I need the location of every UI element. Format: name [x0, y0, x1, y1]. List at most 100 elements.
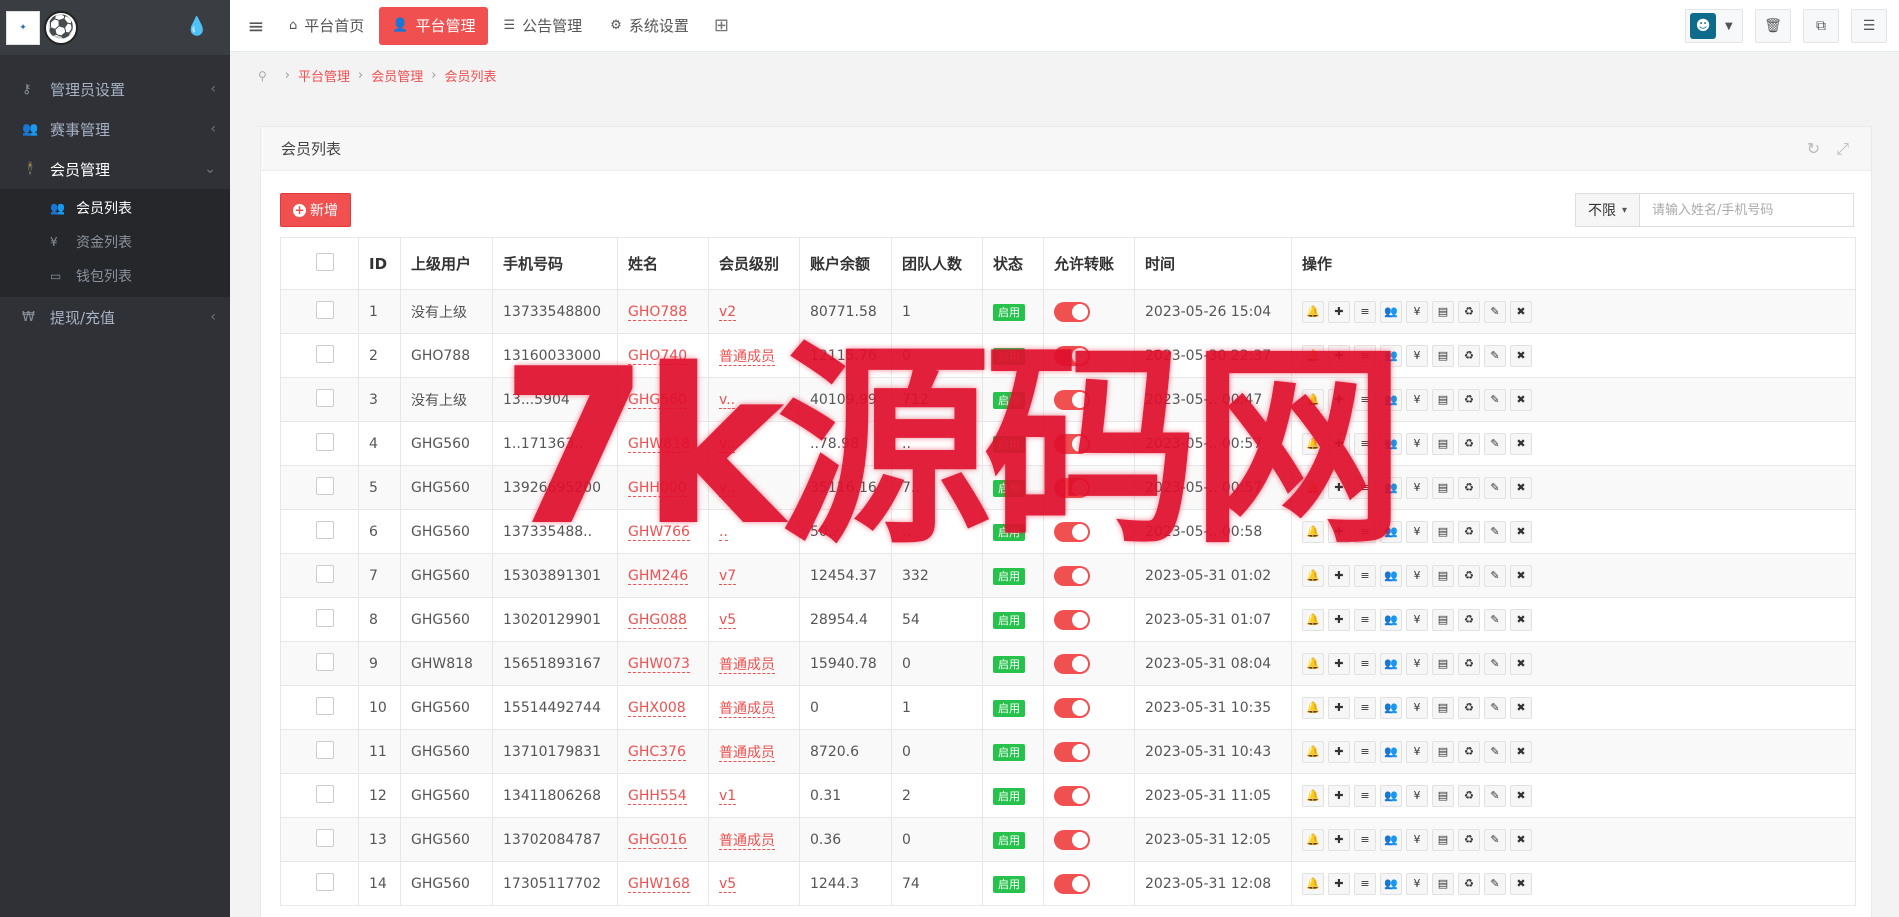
recycle-icon[interactable]: ♻: [1458, 608, 1480, 631]
allow-transfer-toggle[interactable]: [1054, 873, 1090, 894]
list-icon[interactable]: ≡: [1354, 520, 1376, 543]
search-input[interactable]: [1640, 193, 1854, 227]
plus-icon[interactable]: ✚: [1328, 652, 1350, 675]
recycle-icon[interactable]: ♻: [1458, 344, 1480, 367]
status-badge[interactable]: 启用: [993, 391, 1025, 409]
tab-platform-home[interactable]: ⌂ 平台首页: [276, 7, 377, 45]
yen-icon[interactable]: ¥: [1406, 784, 1428, 807]
name-link[interactable]: GHM246: [628, 567, 689, 585]
level-link[interactable]: 普通成员: [719, 832, 775, 850]
bell-icon[interactable]: 🔔: [1302, 520, 1324, 543]
recycle-icon[interactable]: ♻: [1458, 300, 1480, 323]
allow-transfer-toggle[interactable]: [1054, 433, 1090, 454]
external-link-button[interactable]: ⧉: [1803, 9, 1839, 43]
list-icon[interactable]: ≡: [1354, 652, 1376, 675]
sidebar-subitem-member-list[interactable]: 👥 会员列表: [0, 191, 230, 225]
list-icon[interactable]: ≡: [1354, 432, 1376, 455]
plus-icon[interactable]: ✚: [1328, 432, 1350, 455]
bell-icon[interactable]: 🔔: [1302, 388, 1324, 411]
users-icon[interactable]: 👥: [1380, 300, 1402, 323]
list-icon[interactable]: ≡: [1354, 696, 1376, 719]
name-link[interactable]: GHG016: [628, 831, 687, 849]
pencil-icon[interactable]: ✎: [1484, 344, 1506, 367]
bell-icon[interactable]: 🔔: [1302, 696, 1324, 719]
bell-icon[interactable]: 🔔: [1302, 784, 1324, 807]
card-icon[interactable]: ▤: [1432, 740, 1454, 763]
plus-icon[interactable]: ✚: [1328, 520, 1350, 543]
breadcrumb-item[interactable]: 会员列表: [444, 66, 496, 85]
bell-icon[interactable]: 🔔: [1302, 872, 1324, 895]
row-checkbox[interactable]: [316, 432, 334, 451]
recycle-icon[interactable]: ♻: [1458, 784, 1480, 807]
allow-transfer-toggle[interactable]: [1054, 521, 1090, 542]
row-checkbox[interactable]: [316, 740, 334, 759]
status-badge[interactable]: 启用: [993, 303, 1025, 321]
pencil-icon[interactable]: ✎: [1484, 520, 1506, 543]
pencil-icon[interactable]: ✎: [1484, 872, 1506, 895]
users-icon[interactable]: 👥: [1380, 564, 1402, 587]
bell-icon[interactable]: 🔔: [1302, 740, 1324, 763]
yen-icon[interactable]: ¥: [1406, 872, 1428, 895]
column-header[interactable]: 团队人数: [891, 237, 983, 290]
grid-icon[interactable]: ⊞: [714, 15, 729, 36]
name-link[interactable]: GHG560: [628, 391, 687, 409]
users-icon[interactable]: 👥: [1380, 520, 1402, 543]
status-badge[interactable]: 启用: [993, 611, 1025, 629]
column-header[interactable]: 允许转账: [1043, 237, 1135, 290]
list-icon[interactable]: ≡: [1354, 740, 1376, 763]
row-checkbox[interactable]: [316, 520, 334, 539]
plus-icon[interactable]: ✚: [1328, 300, 1350, 323]
recycle-icon[interactable]: ♻: [1458, 520, 1480, 543]
tab-notice-manage[interactable]: ☰ 公告管理: [490, 7, 595, 45]
column-header[interactable]: 账户余额: [799, 237, 892, 290]
filter-select[interactable]: 不限 ▾: [1575, 193, 1640, 227]
plus-icon[interactable]: ✚: [1328, 740, 1350, 763]
pencil-icon[interactable]: ✎: [1484, 652, 1506, 675]
list-icon[interactable]: ≡: [1354, 388, 1376, 411]
card-icon[interactable]: ▤: [1432, 476, 1454, 499]
users-icon[interactable]: 👥: [1380, 872, 1402, 895]
card-icon[interactable]: ▤: [1432, 300, 1454, 323]
pencil-icon[interactable]: ✎: [1484, 476, 1506, 499]
pencil-icon[interactable]: ✎: [1484, 784, 1506, 807]
name-link[interactable]: GHG088: [628, 611, 687, 629]
fullscreen-icon[interactable]: ⤢: [1836, 139, 1849, 159]
card-icon[interactable]: ▤: [1432, 564, 1454, 587]
yen-icon[interactable]: ¥: [1406, 652, 1428, 675]
sidebar-item-withdraw[interactable]: ₩ 提现/充值 ‹: [0, 297, 230, 337]
row-checkbox[interactable]: [316, 476, 334, 495]
close-icon[interactable]: ✖: [1510, 388, 1532, 411]
level-link[interactable]: v..: [719, 435, 736, 453]
name-link[interactable]: GHW168: [628, 875, 690, 893]
close-icon[interactable]: ✖: [1510, 784, 1532, 807]
bell-icon[interactable]: 🔔: [1302, 432, 1324, 455]
row-checkbox[interactable]: [316, 300, 334, 319]
user-avatar-dropdown[interactable]: ☻ ▼: [1685, 9, 1743, 43]
level-link[interactable]: v1: [719, 787, 737, 805]
pencil-icon[interactable]: ✎: [1484, 300, 1506, 323]
list-icon[interactable]: ≡: [1354, 476, 1376, 499]
card-icon[interactable]: ▤: [1432, 652, 1454, 675]
clear-cache-button[interactable]: 🗑: [1755, 9, 1791, 43]
row-checkbox[interactable]: [316, 344, 334, 363]
list-icon[interactable]: ≡: [1354, 828, 1376, 851]
row-checkbox[interactable]: [316, 388, 334, 407]
bell-icon[interactable]: 🔔: [1302, 608, 1324, 631]
yen-icon[interactable]: ¥: [1406, 344, 1428, 367]
close-icon[interactable]: ✖: [1510, 696, 1532, 719]
status-badge[interactable]: 启用: [993, 523, 1025, 541]
allow-transfer-toggle[interactable]: [1054, 653, 1090, 674]
recycle-icon[interactable]: ♻: [1458, 872, 1480, 895]
allow-transfer-toggle[interactable]: [1054, 389, 1090, 410]
recycle-icon[interactable]: ♻: [1458, 388, 1480, 411]
column-header[interactable]: ID: [358, 237, 401, 290]
row-checkbox[interactable]: [316, 564, 334, 583]
column-header[interactable]: 上级用户: [400, 237, 493, 290]
card-icon[interactable]: ▤: [1432, 608, 1454, 631]
users-icon[interactable]: 👥: [1380, 608, 1402, 631]
hamburger-menu-icon[interactable]: ≡: [236, 14, 276, 38]
status-badge[interactable]: 启用: [993, 567, 1025, 585]
name-link[interactable]: GHX008: [628, 699, 686, 717]
pencil-icon[interactable]: ✎: [1484, 608, 1506, 631]
yen-icon[interactable]: ¥: [1406, 520, 1428, 543]
